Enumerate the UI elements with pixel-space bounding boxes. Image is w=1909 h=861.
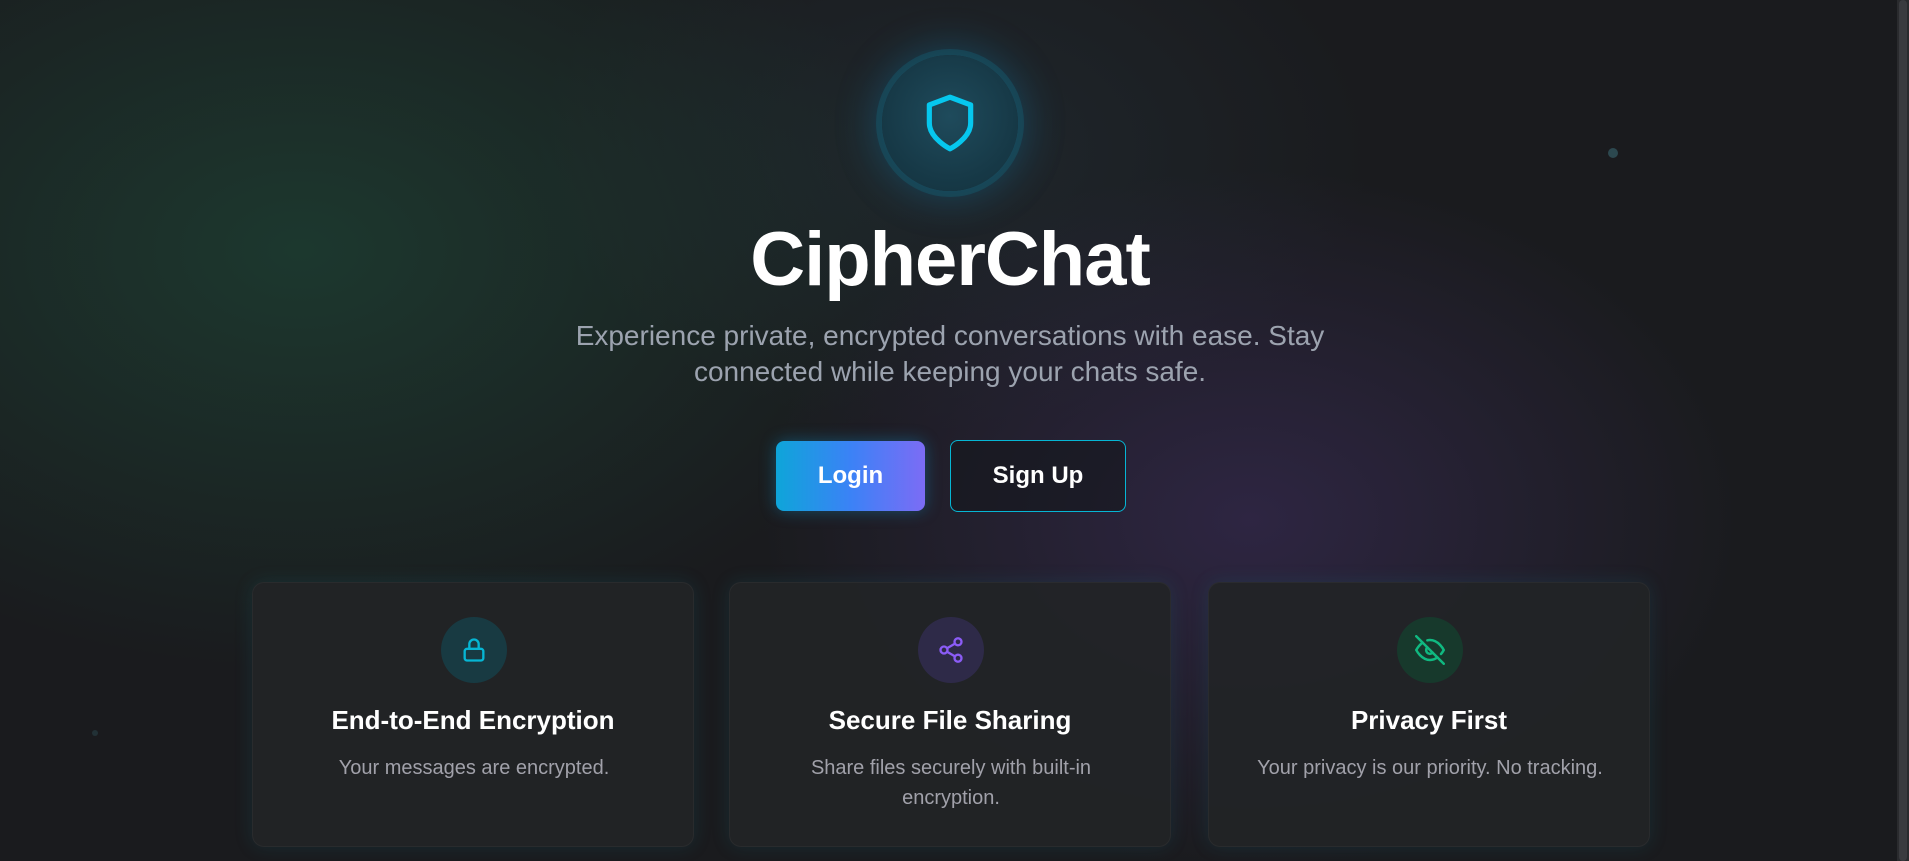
page-title: CipherChat (750, 217, 1151, 302)
decorative-dot (92, 730, 98, 736)
decorative-dot (1608, 148, 1618, 158)
vertical-scrollbar[interactable] (1897, 0, 1909, 861)
landing-page: CipherChat Experience private, encrypted… (0, 0, 1897, 861)
app-logo (882, 55, 1018, 191)
feature-title: Secure File Sharing (828, 705, 1072, 735)
feature-description: Your privacy is our priority. No trackin… (1257, 757, 1603, 779)
feature-card-encryption: End-to-End Encryption Your messages are … (252, 582, 694, 847)
shield-icon (926, 94, 974, 152)
feature-icon-badge (918, 617, 984, 683)
login-button[interactable]: Login (776, 441, 925, 511)
page-tagline: Experience private, encrypted conversati… (575, 320, 1325, 387)
feature-description: Share files securely with built-in encry… (810, 757, 1092, 809)
share-icon (939, 637, 963, 663)
eye-off-icon (1415, 635, 1445, 665)
feature-icon-badge (441, 617, 507, 683)
feature-card-file-sharing: Secure File Sharing Share files securely… (729, 582, 1171, 847)
feature-description: Your messages are encrypted. (338, 757, 610, 779)
feature-icon-badge (1397, 617, 1463, 683)
signup-button[interactable]: Sign Up (950, 440, 1126, 512)
lock-icon (463, 638, 485, 662)
scrollbar-thumb[interactable] (1899, 0, 1907, 861)
feature-card-privacy: Privacy First Your privacy is our priori… (1208, 582, 1650, 847)
feature-title: Privacy First (1350, 705, 1508, 735)
feature-title: End-to-End Encryption (331, 705, 615, 735)
